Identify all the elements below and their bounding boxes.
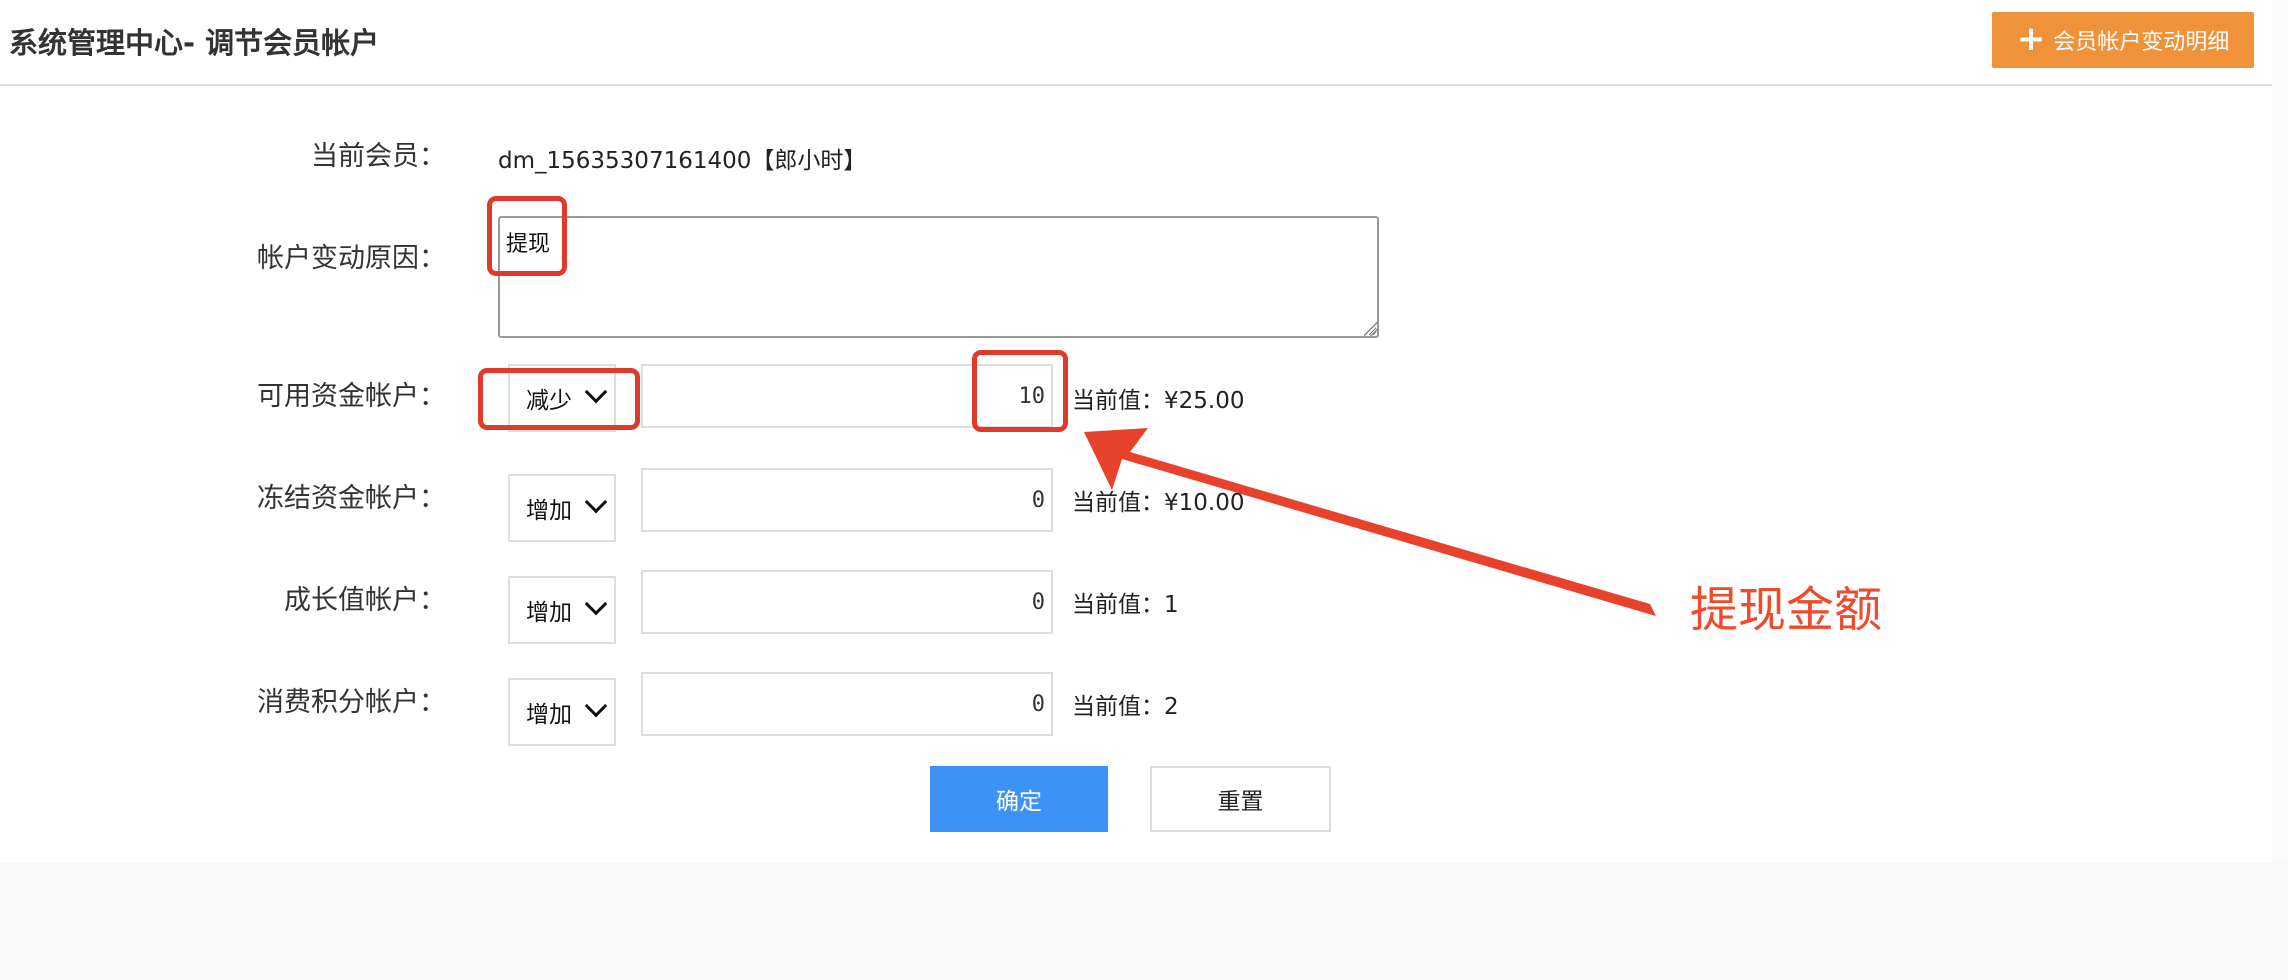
- reason-label: 帐户变动原因：: [257, 243, 446, 274]
- points-operation-select[interactable]: 增加: [508, 678, 616, 746]
- available-funds-current-value: 当前值：¥25.00: [1072, 388, 1245, 414]
- select-value: 增加: [526, 600, 572, 626]
- detail-button-label: 会员帐户变动明细: [2053, 30, 2230, 55]
- select-value: 增加: [526, 702, 572, 728]
- chevron-down-icon: [584, 592, 608, 616]
- frozen-funds-operation-select[interactable]: 增加: [508, 474, 616, 542]
- textarea-resize-handle[interactable]: [1364, 322, 1378, 336]
- chevron-down-icon: [584, 380, 608, 404]
- reset-button[interactable]: 重置: [1150, 766, 1331, 832]
- select-value: 增加: [526, 498, 572, 524]
- scrollbar-track[interactable]: [2272, 0, 2288, 980]
- growth-operation-select[interactable]: 增加: [508, 576, 616, 644]
- growth-amount-input[interactable]: [641, 570, 1053, 634]
- header-bar: 系统管理中心- 调节会员帐户 + 会员帐户变动明细: [0, 0, 2272, 86]
- member-label: 当前会员：: [311, 141, 446, 172]
- points-amount-input[interactable]: [641, 672, 1053, 736]
- growth-label: 成长值帐户：: [284, 585, 446, 616]
- member-account-detail-button[interactable]: + 会员帐户变动明细: [1992, 12, 2254, 68]
- plus-icon: +: [2016, 18, 2046, 59]
- chevron-down-icon: [584, 490, 608, 514]
- page-title: 系统管理中心- 调节会员帐户: [9, 26, 380, 60]
- frozen-funds-current-value: 当前值：¥10.00: [1072, 490, 1245, 516]
- annotation-label: 提现金额: [1690, 582, 1883, 638]
- select-value: 减少: [526, 388, 572, 414]
- frozen-funds-label: 冻结资金帐户：: [257, 483, 446, 514]
- confirm-button[interactable]: 确定: [930, 766, 1108, 832]
- growth-current-value: 当前值：1: [1072, 592, 1179, 618]
- chevron-down-icon: [584, 694, 608, 718]
- frozen-funds-amount-input[interactable]: [641, 468, 1053, 532]
- points-current-value: 当前值：2: [1072, 694, 1179, 720]
- footer: [0, 862, 2288, 980]
- reason-textarea[interactable]: 提现: [498, 216, 1379, 338]
- available-funds-operation-select[interactable]: 减少: [508, 364, 616, 432]
- available-funds-label: 可用资金帐户：: [257, 381, 446, 412]
- available-funds-amount-input[interactable]: [641, 364, 1053, 428]
- member-value: dm_15635307161400【郎小时】: [498, 148, 867, 174]
- points-label: 消费积分帐户：: [257, 687, 446, 718]
